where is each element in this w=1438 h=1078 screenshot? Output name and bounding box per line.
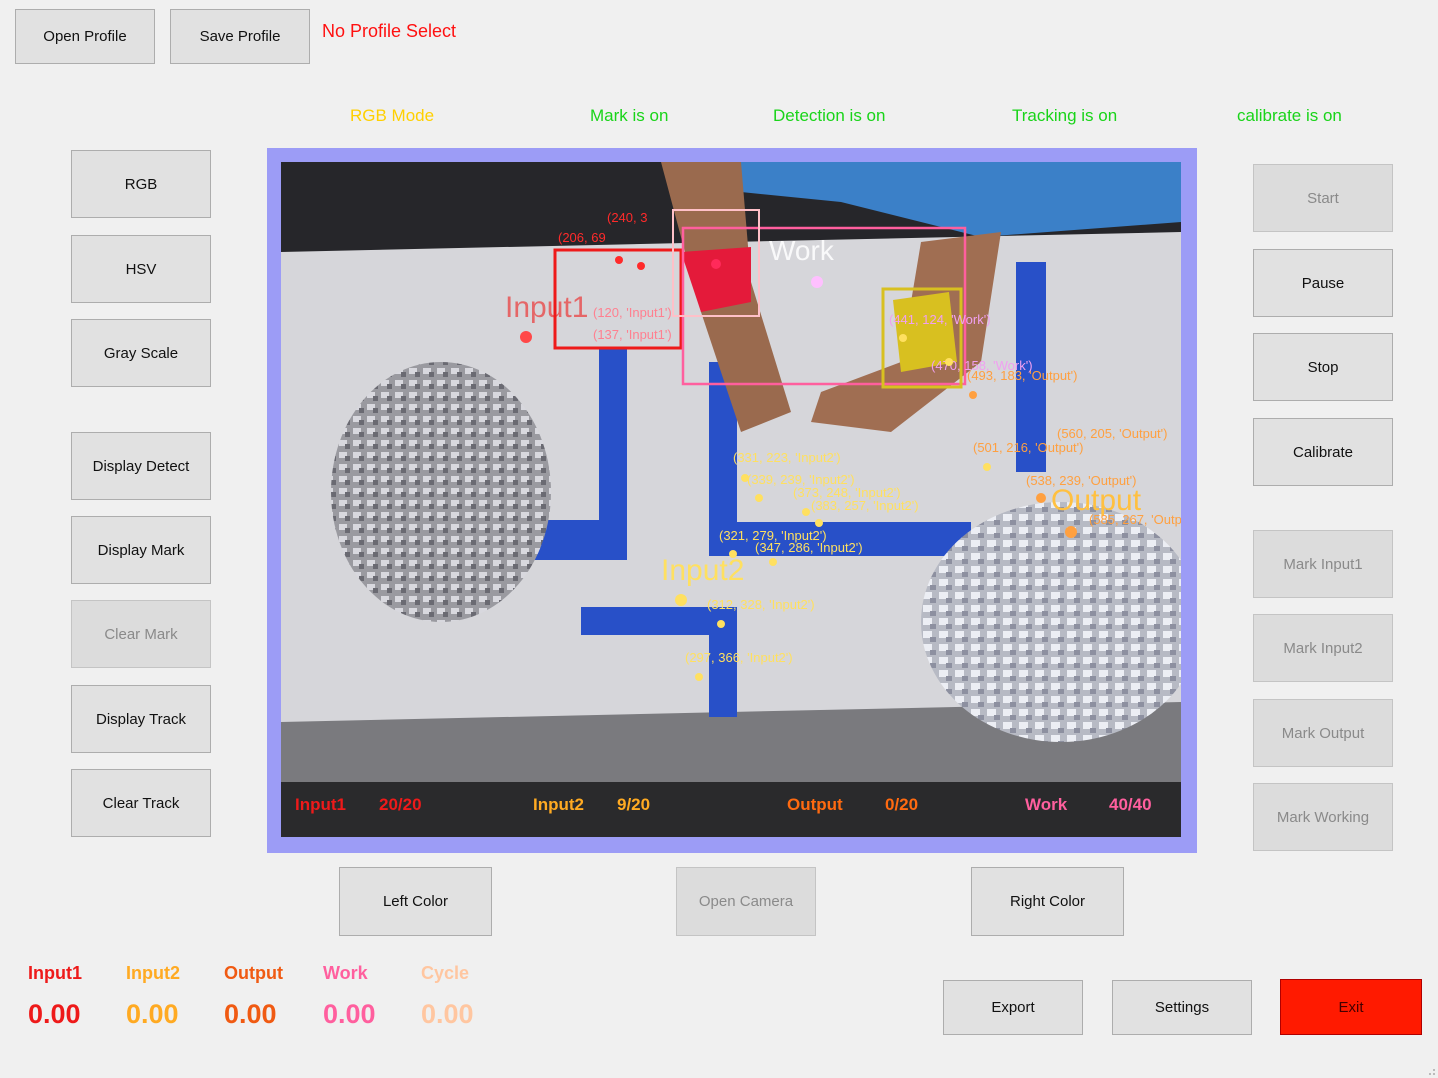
- overlay-work-label: Work: [1025, 795, 1068, 814]
- metric-input1-value: 0.00: [28, 999, 81, 1029]
- zone-label-input1: Input1: [505, 291, 588, 324]
- overlay-input2-label: Input2: [533, 795, 584, 814]
- metric-work-label: Work: [323, 963, 368, 983]
- work-annotation: (441, 124, 'Work'): [889, 312, 991, 327]
- stop-button[interactable]: Stop: [1253, 333, 1393, 401]
- camera-viewport: Input1 Work Input2 Output (206, 69 (240,…: [267, 148, 1197, 853]
- camera-feed: Input1 Work Input2 Output (206, 69 (240,…: [281, 162, 1181, 837]
- overlay-output-count: 0/20: [885, 795, 918, 814]
- input1-annotation: (240, 3: [607, 210, 647, 225]
- metric-input2-label: Input2: [126, 963, 180, 983]
- input2-annotation: (383, 257, 'Input2'): [811, 498, 919, 513]
- mark-input1-button[interactable]: Mark Input1: [1253, 530, 1393, 598]
- overlay-work-count: 40/40: [1109, 795, 1152, 814]
- input2-annotation: (347, 286, 'Input2'): [755, 540, 863, 555]
- metric-output-value: 0.00: [224, 999, 277, 1029]
- input1-annotation: (206, 69: [558, 230, 606, 245]
- calibrate-status: calibrate is on: [1237, 106, 1342, 125]
- resize-grip-icon[interactable]: [1424, 1064, 1436, 1076]
- overlay-input1-label: Input1: [295, 795, 346, 814]
- input2-annotation: (297, 366, 'Input2'): [685, 650, 793, 665]
- mark-output-button[interactable]: Mark Output: [1253, 699, 1393, 767]
- pause-button[interactable]: Pause: [1253, 249, 1393, 317]
- input2-annotation: (312, 328, 'Input2'): [707, 597, 815, 612]
- zone-label-work: Work: [769, 235, 835, 266]
- overlay-input1-count: 20/20: [379, 795, 422, 814]
- input2-annotation: (331, 223, 'Input2'): [733, 450, 841, 465]
- clear-mark-button[interactable]: Clear Mark: [71, 600, 211, 668]
- output-annotation: (493, 183, 'Output'): [967, 368, 1077, 383]
- metric-input2-value: 0.00: [126, 999, 179, 1029]
- calibrate-button[interactable]: Calibrate: [1253, 418, 1393, 486]
- clear-track-button[interactable]: Clear Track: [71, 769, 211, 837]
- input1-annotation: (120, 'Input1'): [593, 305, 672, 320]
- metric-cycle-label: Cycle: [421, 963, 470, 983]
- overlay-output-label: Output: [787, 795, 843, 814]
- display-mark-button[interactable]: Display Mark: [71, 516, 211, 584]
- display-detect-button[interactable]: Display Detect: [71, 432, 211, 500]
- settings-button[interactable]: Settings: [1112, 980, 1252, 1035]
- right-color-button[interactable]: Right Color: [971, 867, 1124, 936]
- metric-cycle-value: 0.00: [421, 999, 474, 1029]
- save-profile-button[interactable]: Save Profile: [170, 9, 310, 64]
- export-button[interactable]: Export: [943, 980, 1083, 1035]
- open-profile-button[interactable]: Open Profile: [15, 9, 155, 64]
- hsv-button[interactable]: HSV: [71, 235, 211, 303]
- gray-scale-button[interactable]: Gray Scale: [71, 319, 211, 387]
- left-parts-pile: [331, 362, 551, 622]
- mark-working-button[interactable]: Mark Working: [1253, 783, 1393, 851]
- metric-input1-label: Input1: [28, 963, 82, 983]
- exit-button[interactable]: Exit: [1280, 979, 1422, 1035]
- mark-status: Mark is on: [590, 106, 669, 125]
- overlay-input2-count: 9/20: [617, 795, 650, 814]
- profile-status-text: No Profile Select: [322, 21, 457, 41]
- tracking-status: Tracking is on: [1012, 106, 1118, 125]
- mark-input2-button[interactable]: Mark Input2: [1253, 614, 1393, 682]
- metric-output-label: Output: [224, 963, 283, 983]
- left-color-button[interactable]: Left Color: [339, 867, 492, 936]
- mode-status: RGB Mode: [350, 106, 435, 125]
- output-annotation: (585, 267, 'Output'): [1089, 512, 1181, 527]
- display-track-button[interactable]: Display Track: [71, 685, 211, 753]
- metric-work-value: 0.00: [323, 999, 376, 1029]
- output-annotation: (538, 239, 'Output'): [1026, 473, 1136, 488]
- rgb-button[interactable]: RGB: [71, 150, 211, 218]
- output-annotation: (560, 205, 'Output'): [1057, 426, 1167, 441]
- start-button[interactable]: Start: [1253, 164, 1393, 232]
- open-camera-button[interactable]: Open Camera: [676, 867, 816, 936]
- detection-status: Detection is on: [773, 106, 886, 125]
- input1-annotation: (137, 'Input1'): [593, 327, 672, 342]
- output-annotation: (501, 216, 'Output'): [973, 440, 1083, 455]
- zone-label-input2: Input2: [661, 554, 744, 587]
